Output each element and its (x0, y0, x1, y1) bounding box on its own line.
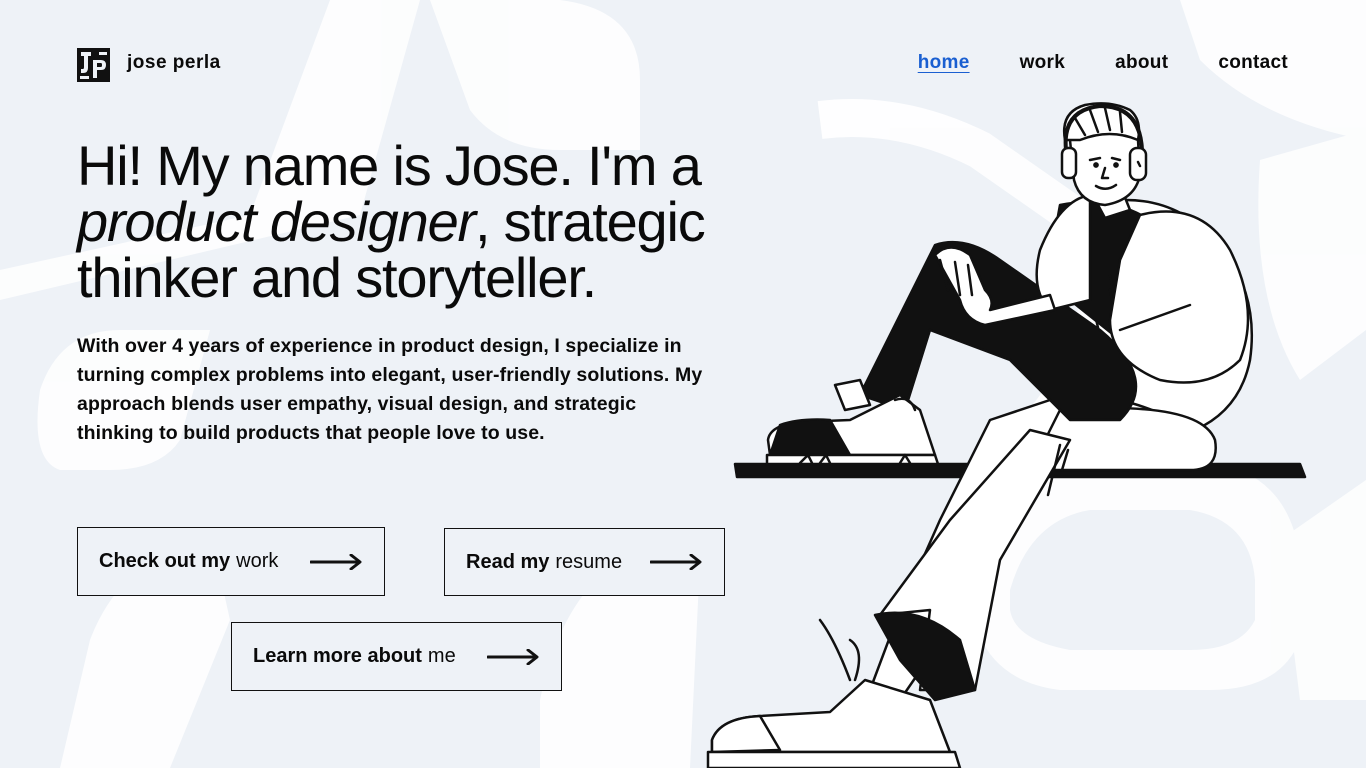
arrow-right-icon (487, 648, 539, 665)
sitting-person-illustration (706, 102, 1307, 768)
headline-line-1: Hi! My name is Jose. I'm a (77, 134, 702, 197)
nav-contact-link[interactable]: contact (1218, 52, 1288, 74)
nav-about-link[interactable]: about (1115, 52, 1168, 74)
headline-line-3: thinker and storyteller. (77, 246, 597, 309)
arrow-right-icon (310, 553, 362, 570)
button-label-normal: resume (555, 550, 623, 573)
headline-after-italic: , strategic (474, 190, 706, 253)
button-label-bold: Read my (466, 550, 550, 573)
button-label-bold: Learn more about (253, 645, 422, 667)
hero-intro: With over 4 years of experience in produ… (77, 335, 703, 444)
button-label-normal: me (427, 645, 456, 667)
nav-work-link[interactable]: work (1020, 52, 1066, 74)
jp-monogram-logo-icon[interactable] (77, 48, 110, 82)
hero-section: Hi! My name is Jose. I'm a product desig… (77, 138, 757, 448)
check-out-work-button[interactable]: Check out my work (77, 527, 385, 596)
headline-italic: product designer (77, 190, 476, 253)
arrow-right-icon (650, 554, 702, 570)
main-nav: home work about contact (918, 52, 1288, 74)
nav-home-link[interactable]: home (918, 52, 970, 74)
button-label-bold: Check out my (99, 550, 231, 572)
learn-more-about-me-button[interactable]: Learn more about me (231, 622, 562, 691)
read-resume-button[interactable]: Read my resume (444, 528, 725, 596)
site-header: jose perla home work about contact (0, 0, 1366, 128)
brand-name[interactable]: jose perla (127, 52, 221, 74)
button-label-normal: work (236, 550, 279, 572)
hero-headline: Hi! My name is Jose. I'm a product desig… (77, 138, 757, 306)
